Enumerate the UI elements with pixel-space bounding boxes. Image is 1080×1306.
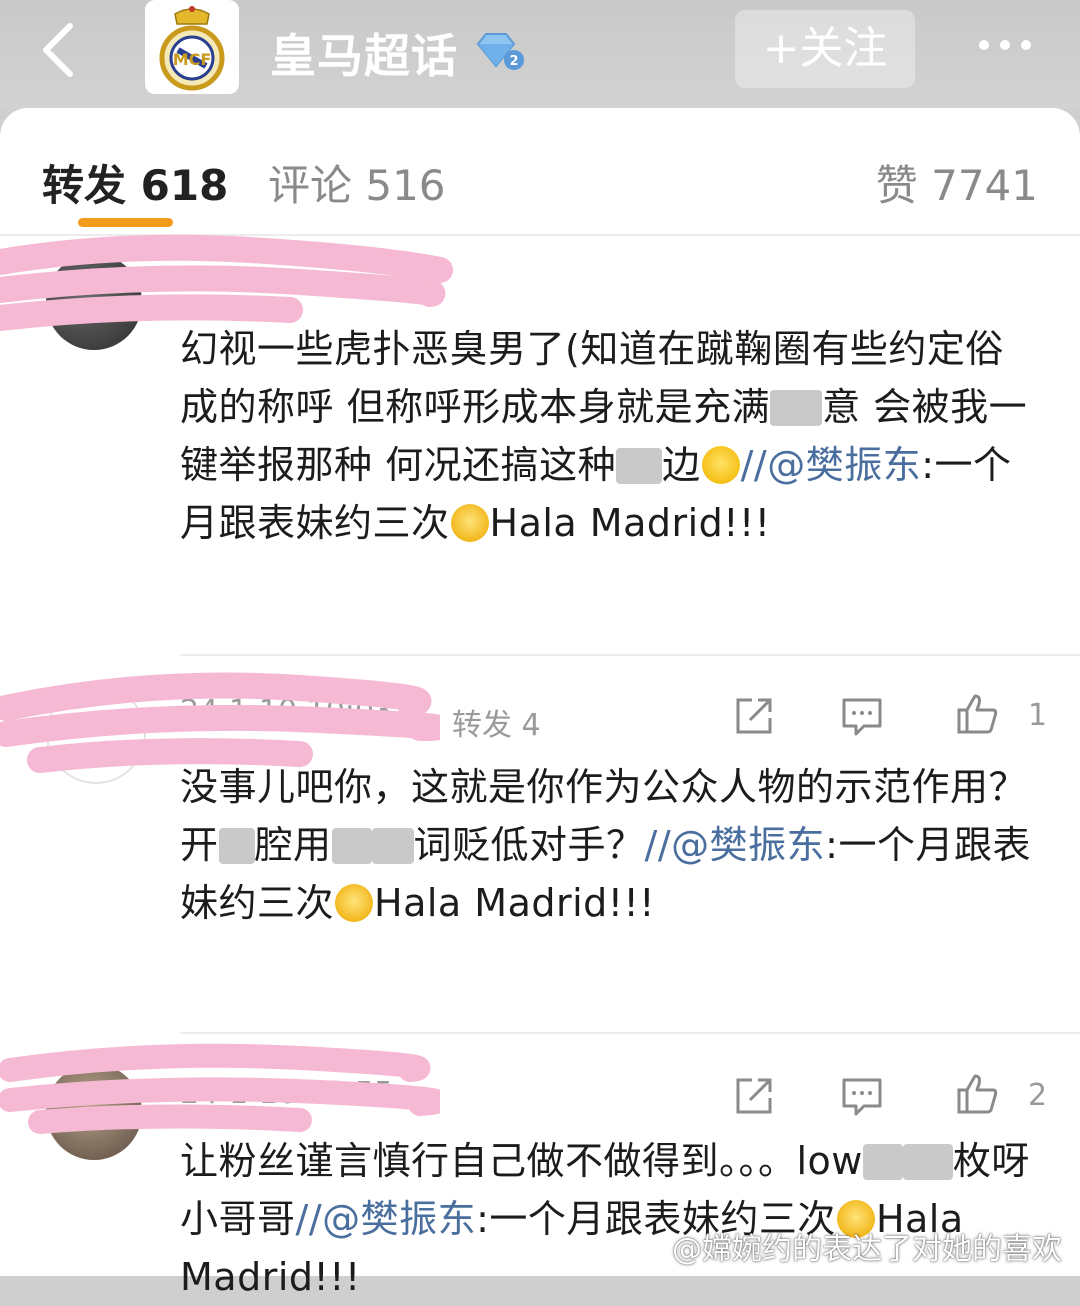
list-item: 幻视一些虎扑恶臭男了(知道在蹴鞠圈有些约定俗成的称呼 但称呼形成本身就是充满意 … — [0, 238, 1080, 743]
redaction — [371, 828, 414, 864]
mention-link[interactable]: //@樊振东 — [741, 443, 922, 487]
weibo-watermark: @嫦婉约的表达了对她的喜欢 — [672, 1232, 1062, 1267]
smile-emoji-icon — [701, 446, 740, 484]
tab-like[interactable]: 赞 7741 — [876, 152, 1038, 213]
tab-comment[interactable]: 评论 516 — [268, 152, 446, 213]
avatar[interactable] — [46, 254, 142, 350]
avatar[interactable] — [46, 684, 146, 784]
username[interactable]: 1 — [390, 696, 412, 736]
diamond-level-icon: 2 — [472, 30, 524, 72]
repost-list-card: 转发 618 评论 516 赞 7741 幻视一些虎扑恶臭男了(知道在蹴鞠圈有些… — [0, 108, 1080, 1299]
mention-link[interactable]: //@樊振东 — [645, 823, 826, 867]
chevron-left-icon — [43, 23, 73, 77]
laugh-cry-emoji-icon — [335, 884, 374, 922]
laugh-cry-emoji-icon — [450, 504, 489, 542]
page-title: 皇马超话 — [270, 29, 458, 83]
tab-repost[interactable]: 转发 618 — [42, 152, 228, 213]
real-madrid-crest-icon: MCF — [159, 6, 225, 91]
repost-text: 让粉丝谨言慎行自己做不做得到。。。low 枚呀小哥哥//@樊振东:一个月跟表妹约三… — [180, 1139, 1030, 1299]
active-tab-indicator — [78, 218, 173, 227]
list-item: 1 没事儿吧你，这就是你作为公众人物的示范作用？开 腔用 词贬低对手？//@樊振东:… — [0, 668, 1080, 1116]
redaction — [902, 1144, 953, 1180]
redaction — [862, 1144, 903, 1180]
back-button[interactable] — [30, 14, 90, 84]
redaction — [218, 828, 255, 864]
divider — [180, 654, 1080, 656]
divider — [180, 1032, 1080, 1034]
more-dots-icon — [979, 40, 1031, 50]
more-options-button[interactable] — [970, 20, 1040, 70]
redaction — [770, 390, 823, 426]
svg-text:MCF: MCF — [173, 50, 212, 69]
club-logo[interactable]: MCF — [145, 0, 239, 94]
mention-link[interactable]: //@樊振东 — [296, 1197, 477, 1241]
repost-text: 幻视一些虎扑恶臭男了(知道在蹴鞠圈有些约定俗成的称呼 但称呼形成本身就是充满意 … — [180, 327, 1028, 545]
divider — [0, 234, 1080, 236]
repost-text: 没事儿吧你，这就是你作为公众人物的示范作用？开 腔用 词贬低对手？//@樊振东:一个… — [180, 765, 1031, 925]
redaction — [331, 828, 372, 864]
svg-text:2: 2 — [509, 54, 518, 69]
redaction — [616, 448, 663, 484]
avatar[interactable] — [46, 1064, 142, 1160]
top-bar: MCF 皇马超话 2 +关注 — [0, 0, 1080, 110]
follow-button[interactable]: +关注 — [735, 10, 915, 88]
